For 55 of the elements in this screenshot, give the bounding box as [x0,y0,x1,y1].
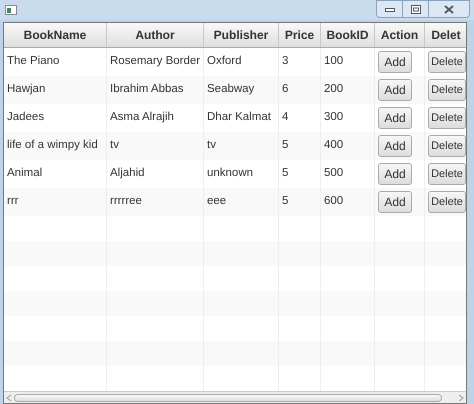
column-header[interactable]: Price [279,23,321,47]
table-cell-text: 200 [324,82,344,97]
table-cell-text: The Piano [7,54,60,69]
delete-button[interactable]: Delete [428,135,466,157]
table-cell-text: 100 [324,54,344,69]
table-cell-text: tv [110,138,119,153]
add-button[interactable]: Add [378,135,412,157]
column-header[interactable]: BookName [4,23,107,47]
add-button[interactable]: Add [378,191,412,213]
delete-button[interactable]: Delete [428,163,466,185]
app-icon [5,5,17,15]
table-cell-text: 5 [282,138,288,153]
column-header[interactable]: BookID [321,23,375,47]
table-cell-text: Rosemary Border [110,54,200,69]
add-button[interactable]: Add [378,79,412,101]
column-header[interactable]: Publisher [204,23,279,47]
table-cell-text: eee [207,194,226,209]
table-cell-text: rrr [7,194,18,209]
scrollbar-thumb[interactable] [14,394,442,402]
horizontal-scrollbar[interactable] [4,391,466,403]
table-cell-text: Asma Alrajih [110,110,174,125]
table-cell-text: 5 [282,194,288,209]
maximize-icon [410,4,420,14]
table-cell-text: unknown [207,166,254,181]
table-cell-text: 6 [282,82,288,97]
table-cell-text: 600 [324,194,344,209]
table-cell-text: Jadees [7,110,44,125]
add-button[interactable]: Add [378,51,412,73]
table-cell-text: Animal [7,166,42,181]
delete-button[interactable]: Delete [428,51,466,73]
table-cell-text: 300 [324,110,344,125]
table-cell-text: tv [207,138,216,153]
table-cell-text: 5 [282,166,288,181]
table-cell-text: Seabway [207,82,254,97]
table-cell-text: 3 [282,54,288,69]
table-cell-text: Hawjan [7,82,46,97]
delete-button[interactable]: Delete [428,191,466,213]
column-header[interactable]: Delet [425,23,466,47]
table-cell-text: 400 [324,138,344,153]
delete-button[interactable]: Delete [428,79,466,101]
table-cell-text: rrrrree [110,194,142,209]
table-cell-text: 4 [282,110,288,125]
minimize-icon [384,6,394,12]
table-cell-text: life of a wimpy kid [7,138,98,153]
table-cell-text: Aljahid [110,166,145,181]
close-icon [444,4,454,14]
add-button[interactable]: Add [378,107,412,129]
add-button[interactable]: Add [378,163,412,185]
table-cell-text: 500 [324,166,344,181]
delete-button[interactable]: Delete [428,107,466,129]
table-cell-text: Ibrahim Abbas [110,82,184,97]
column-header[interactable]: Author [107,23,204,47]
table-cell-text: Oxford [207,54,242,69]
column-header[interactable]: Action [375,23,425,47]
table-cell-text: Dhar Kalmat [207,110,271,125]
